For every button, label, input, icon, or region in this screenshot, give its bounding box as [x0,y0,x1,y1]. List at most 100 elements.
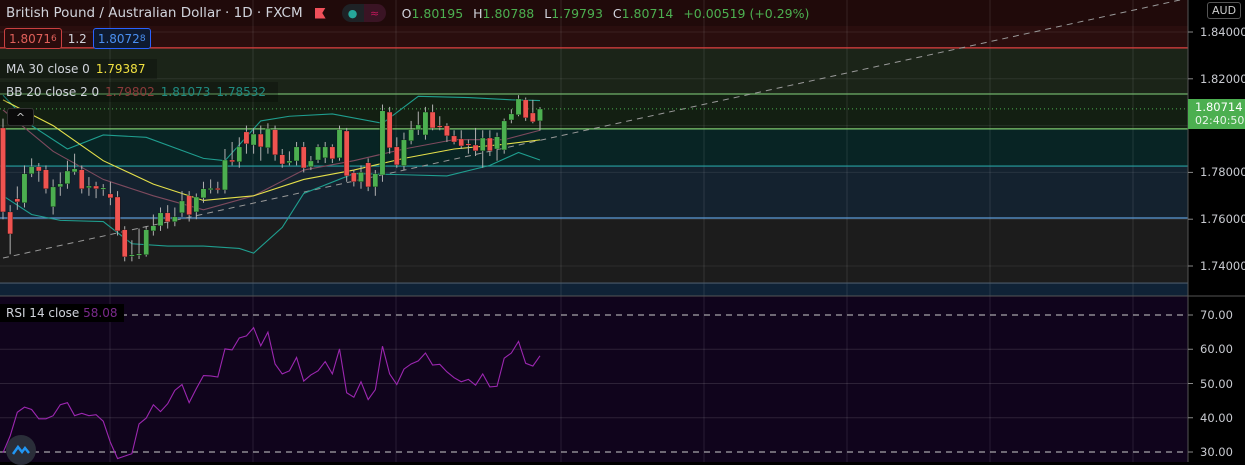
price-axis-label: 1.76000 [1200,212,1245,227]
candle-body [372,173,379,188]
price-axis-label: 1.84000 [1200,25,1245,39]
candle-body [422,111,429,136]
candle-body [415,124,422,130]
candle-body [479,137,486,152]
candle-body [394,146,400,166]
candle-body [107,193,114,199]
candle-body [86,185,92,188]
zone-band [0,283,1188,296]
candle-body [100,187,106,190]
candle-body [537,108,543,122]
candle-body [336,129,343,159]
candle-body [79,169,85,189]
zone-band [0,218,1188,284]
rsi-axis-label: 40.00 [1200,410,1233,425]
chevron-up-icon: ^ [15,110,26,124]
candle-body [193,196,200,213]
candle-body [157,212,164,226]
candle-body [401,139,407,166]
high-label: H [473,5,483,21]
candle-body [293,146,300,162]
ma-label: MA 30 close 0 [6,62,90,76]
collapse-legend-button[interactable]: ^ [7,108,34,126]
candle-body [437,125,443,128]
candle-body [465,143,472,146]
candle-body [358,172,364,182]
candle-body [308,160,314,167]
candle-body [250,133,257,146]
candle-body [36,166,42,172]
last-price-tag: 1.80714 02:40:50 [1188,99,1245,129]
candle-body [150,225,157,232]
candle-body [322,146,328,159]
ma-legend[interactable]: MA 30 close 0 1.79387 [0,59,158,79]
candle-body [365,162,371,188]
candle-body [71,168,78,173]
candle-body [487,137,493,152]
tradingview-logo-icon[interactable] [6,435,36,465]
data-delay-icon: ≈ [363,4,386,22]
buy-price: 1.8072 [97,31,140,46]
candle-body [93,185,99,189]
candle-body [494,136,500,150]
bb-lower-value: 1.78532 [216,85,267,99]
candle-body [121,229,128,258]
symbol-header: British Pound / Australian Dollar · 1D ·… [0,0,815,26]
candle-body [143,229,149,255]
ma-value: 1.79387 [95,62,146,76]
candle-body [0,127,6,213]
candle-body [265,128,271,148]
candle-body [458,138,464,147]
buy-price-pip: 8 [139,33,146,44]
chart-canvas[interactable] [0,0,1245,462]
buy-button[interactable]: 1.8072 8 [92,28,151,49]
candle-body [207,188,214,190]
candle-body [351,172,357,182]
candle-body [243,131,250,145]
candle-body [379,110,386,176]
rsi-axis-label: 30.00 [1200,445,1233,459]
spread: 1.2 [67,31,87,46]
candle-body [186,195,192,215]
candle-body [200,188,207,199]
candle-body [300,146,307,169]
candle-body [343,130,350,177]
flag-icon[interactable] [314,7,326,19]
candle-body [272,129,278,155]
candle-body [28,166,35,174]
open-value: 1.80195 [411,5,464,21]
candle-body [14,198,21,203]
candle-body [114,196,121,232]
status-pill[interactable]: ● ≈ [341,4,386,22]
candle-body [329,146,336,159]
candle-body [279,154,285,165]
bb-legend[interactable]: BB 20 close 2 0 1.79802 1.81073 1.78532 [0,82,279,102]
candle-body [50,186,56,207]
candle-body [129,254,135,257]
candle-body [57,183,64,188]
candle-body [179,200,185,214]
candle-body [501,120,507,151]
change-value: +0.00519 (+0.29%) [683,5,810,21]
close-value: 1.80714 [621,5,674,21]
candle-body [236,146,243,163]
candle-body [43,169,49,189]
symbol-title[interactable]: British Pound / Australian Dollar · 1D ·… [0,5,303,21]
zone-band [0,128,1188,167]
low-value: 1.79793 [551,5,603,21]
candle-body [508,113,515,121]
candle-body [222,159,228,191]
candle-body [258,133,264,148]
market-open-icon: ● [341,4,364,22]
sell-button[interactable]: 1.8071 6 [4,28,62,49]
bb-upper-value: 1.81073 [160,85,211,99]
ohlc-readout: O1.80195 H1.80788 L1.79793 C1.80714 +0.0… [402,6,816,21]
currency-label[interactable]: AUD [1207,2,1242,19]
candle-body [315,146,321,161]
bar-countdown: 02:40:50 [1195,114,1245,127]
candle-body [215,188,221,190]
rsi-legend[interactable]: RSI 14 close 58.08 [0,304,124,322]
rsi-axis-label: 60.00 [1200,342,1233,357]
candle-body [7,211,13,235]
candle-body [136,253,142,256]
